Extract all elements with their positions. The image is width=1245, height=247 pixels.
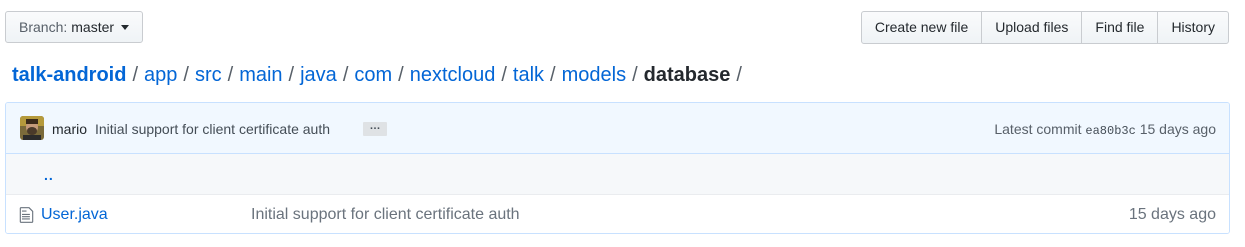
breadcrumb-repo-link[interactable]: talk-android (12, 64, 126, 86)
breadcrumb-link-models[interactable]: models (562, 64, 626, 86)
history-button[interactable]: History (1157, 11, 1229, 44)
breadcrumb-separator: / (501, 64, 507, 86)
upload-files-button[interactable]: Upload files (981, 11, 1083, 44)
breadcrumb-separator: / (550, 64, 556, 86)
breadcrumb-current: database (643, 64, 731, 86)
breadcrumb-separator: / (342, 64, 349, 86)
latest-commit-info: Latest commit ea80b3c 15 days ago (994, 120, 1216, 140)
breadcrumb-separator: / (132, 64, 139, 86)
breadcrumb-separator: / (288, 64, 295, 86)
caret-down-icon (121, 24, 130, 30)
find-file-button[interactable]: Find file (1081, 11, 1159, 44)
file-age: 15 days ago (1128, 206, 1216, 223)
commit-age: 15 days ago (1139, 121, 1216, 137)
file-commit-message-link[interactable]: Initial support for client certificate a… (251, 205, 520, 225)
commit-message-link[interactable]: Initial support for client certificate a… (95, 120, 330, 138)
breadcrumb: talk-android / app / src / main / java / com / nextc… (12, 61, 748, 89)
breadcrumb-link-java[interactable]: java (300, 64, 337, 86)
latest-commit-label: Latest commit (994, 121, 1082, 137)
breadcrumb-separator: / (398, 64, 404, 86)
breadcrumb-separator: / (736, 64, 742, 86)
breadcrumb-link-src[interactable]: src (195, 64, 222, 86)
file-actions-group: Create new file Upload files Find file H… (860, 11, 1229, 44)
latest-commit-bar: mario Initial support for client certifi… (6, 103, 1229, 154)
expand-commit-message-button[interactable]: … (363, 121, 387, 136)
commit-sha-link[interactable]: ea80b3c (1085, 124, 1135, 138)
breadcrumb-separator: / (183, 64, 189, 86)
breadcrumb-link-com[interactable]: com (354, 64, 392, 86)
breadcrumb-link-main[interactable]: main (239, 64, 282, 86)
create-new-file-button[interactable]: Create new file (860, 11, 983, 44)
parent-directory-link[interactable]: .. (44, 167, 54, 183)
branch-name: master (71, 19, 115, 35)
branch-select-button[interactable]: Branch: master (5, 11, 144, 43)
breadcrumb-link-nextcloud[interactable]: nextcloud (410, 64, 496, 86)
breadcrumb-link-talk[interactable]: talk (513, 64, 544, 86)
file-list: mario Initial support for client certifi… (5, 102, 1230, 234)
parent-directory-row: .. (6, 154, 1229, 194)
avatar[interactable] (20, 116, 44, 140)
breadcrumb-separator: / (632, 64, 638, 86)
table-row: User.java Initial support for client cer… (6, 194, 1229, 233)
commit-author-link[interactable]: mario (52, 120, 87, 138)
file-name-link[interactable]: User.java (41, 205, 108, 225)
breadcrumb-link-app[interactable]: app (144, 64, 177, 86)
file-icon (19, 206, 34, 224)
breadcrumb-separator: / (227, 64, 234, 86)
branch-prefix: Branch: (19, 19, 68, 35)
